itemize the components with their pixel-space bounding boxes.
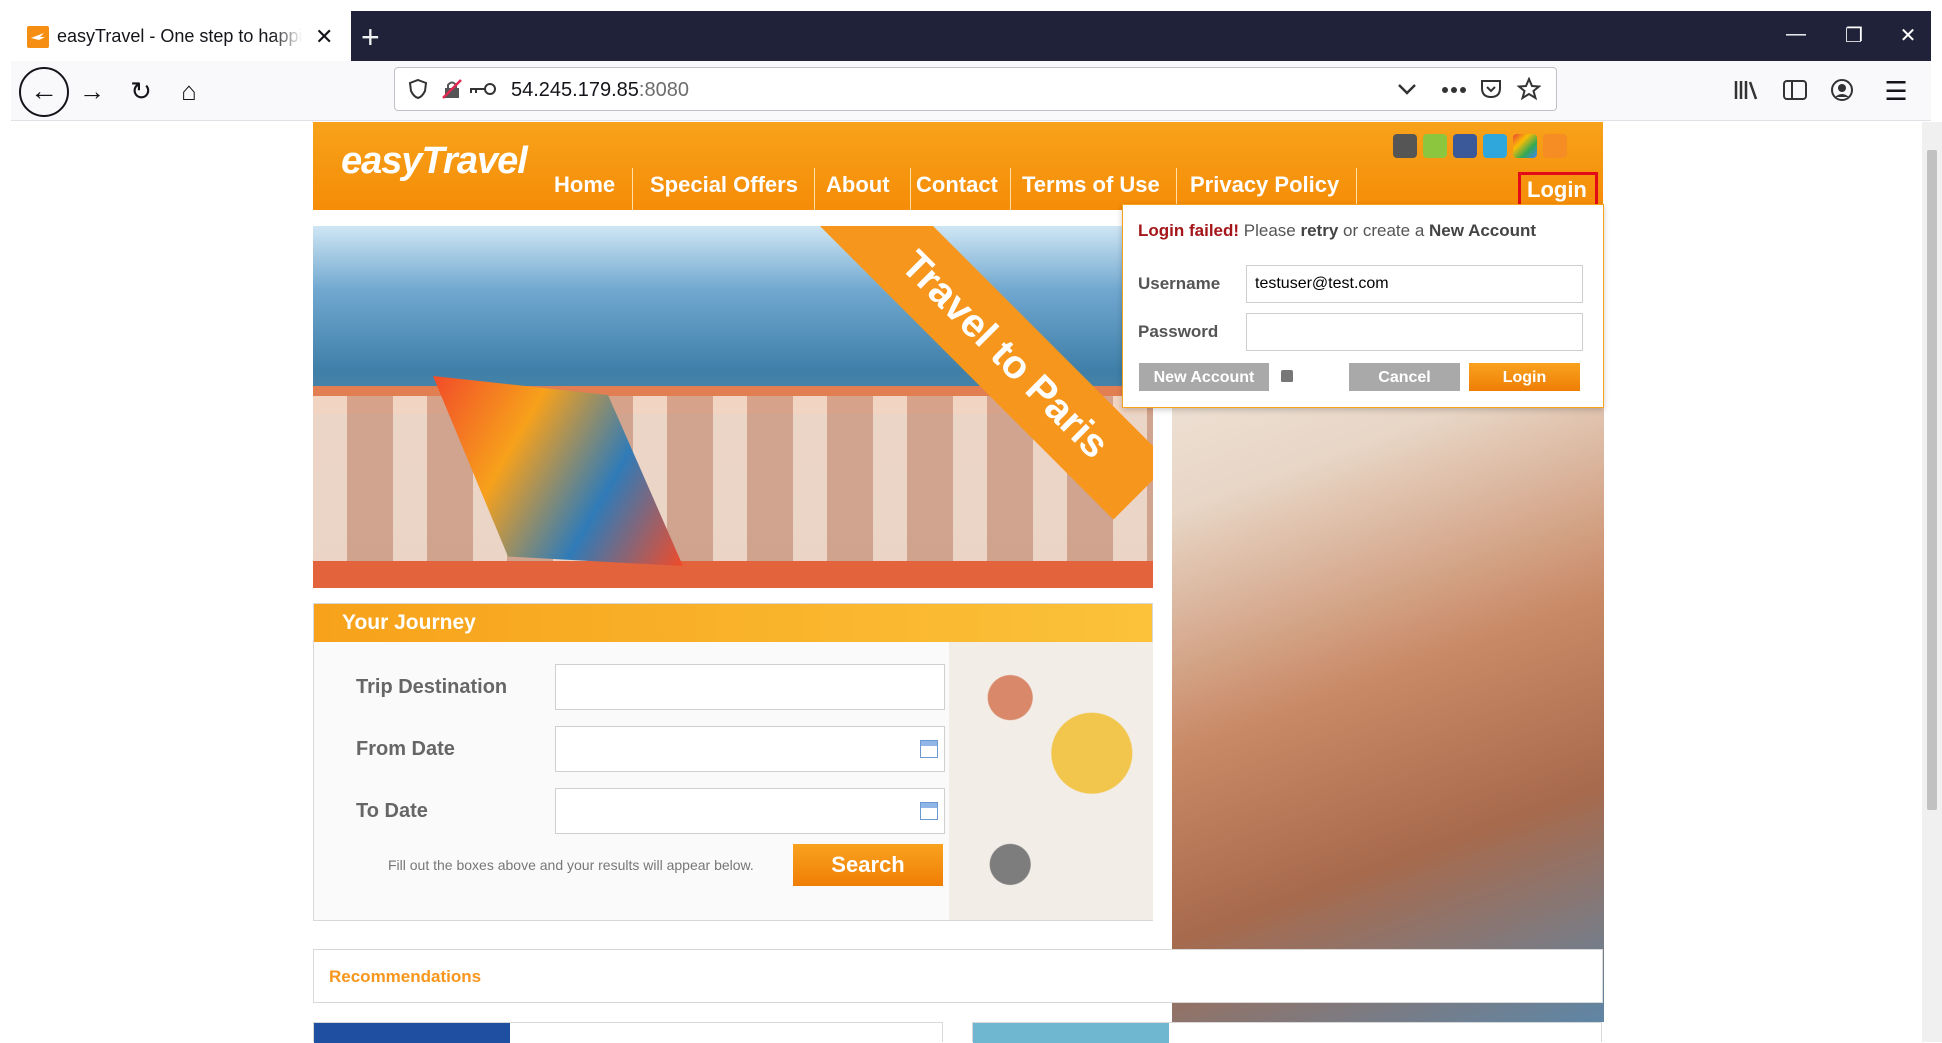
journey-panel: Your Journey Trip Destination From Date …	[313, 603, 1153, 921]
to-date-input[interactable]	[555, 788, 945, 834]
nav-separator	[814, 168, 815, 210]
seashells-image	[949, 642, 1153, 920]
insecure-lock-icon[interactable]	[441, 78, 463, 100]
tab-title: easyTravel - One step to happiness	[57, 26, 302, 47]
login-popup: Login failed! Please retry or create a N…	[1122, 204, 1604, 408]
nav-special-offers[interactable]: Special Offers	[650, 172, 798, 198]
recommendations-panel: Recommendations	[313, 949, 1603, 1003]
message-text: Please	[1239, 221, 1301, 240]
new-account-text: New Account	[1429, 221, 1537, 240]
key-icon[interactable]	[469, 81, 497, 97]
nav-about[interactable]: About	[826, 172, 890, 198]
login-failed-text: Login failed!	[1138, 221, 1240, 240]
apple-icon[interactable]	[1393, 134, 1417, 158]
recommendation-image[interactable]	[973, 1023, 1169, 1043]
calendar-icon[interactable]	[920, 740, 938, 758]
twitter-icon[interactable]	[1483, 134, 1507, 158]
window-close-icon[interactable]: ✕	[1885, 23, 1931, 48]
username-input[interactable]	[1246, 265, 1583, 303]
page-scrollbar[interactable]	[1922, 122, 1942, 1042]
calendar-icon[interactable]	[920, 802, 938, 820]
password-input[interactable]	[1246, 313, 1583, 351]
more-actions-icon[interactable]	[1441, 86, 1467, 94]
trip-destination-label: Trip Destination	[356, 676, 508, 698]
site-header: easyTravel Home Special Offers About Con…	[313, 122, 1603, 212]
restore-icon[interactable]: ❐	[1831, 23, 1877, 48]
menu-icon[interactable]: ☰	[1878, 73, 1914, 109]
new-tab-button[interactable]: +	[361, 19, 380, 56]
lock-icon	[1281, 370, 1293, 382]
message-text: or create a	[1338, 221, 1430, 240]
close-tab-icon[interactable]: ✕	[315, 24, 333, 50]
library-icon[interactable]	[1733, 78, 1759, 102]
sidebar-icon[interactable]	[1782, 79, 1808, 101]
from-date-input[interactable]	[555, 726, 945, 772]
google-icon[interactable]	[1513, 134, 1537, 158]
nav-contact[interactable]: Contact	[916, 172, 998, 198]
recommendation-card[interactable]	[972, 1022, 1602, 1043]
login-error-message: Login failed! Please retry or create a N…	[1138, 221, 1536, 241]
password-label: Password	[1138, 322, 1219, 341]
easytravel-favicon-icon	[27, 26, 49, 48]
address-bar[interactable]: 54.245.179.85:8080	[394, 67, 1557, 111]
home-icon[interactable]: ⌂	[171, 73, 207, 109]
new-account-button[interactable]: New Account	[1138, 362, 1270, 392]
nav-privacy-policy[interactable]: Privacy Policy	[1190, 172, 1339, 198]
nav-terms-of-use[interactable]: Terms of Use	[1022, 172, 1160, 198]
pocket-icon[interactable]	[1479, 78, 1503, 100]
bookmark-star-icon[interactable]	[1517, 77, 1541, 101]
header-login-label: Login	[1527, 177, 1587, 202]
browser-tab[interactable]: easyTravel - One step to happiness ✕	[11, 11, 351, 61]
back-icon[interactable]: ←	[19, 67, 69, 117]
recommendations-title: Recommendations	[329, 967, 482, 986]
cancel-button[interactable]: Cancel	[1348, 362, 1461, 392]
url-text: 54.245.179.85:8080	[511, 79, 689, 101]
facebook-icon[interactable]	[1453, 134, 1477, 158]
minimize-icon[interactable]: —	[1773, 23, 1819, 46]
chevron-down-icon[interactable]	[1397, 82, 1417, 96]
nav-home[interactable]: Home	[554, 172, 615, 198]
recommendation-card[interactable]	[313, 1022, 943, 1043]
browser-toolbar: ← → ↻ ⌂ 54.245.179.85:8080 ☰	[11, 61, 1931, 121]
account-icon[interactable]	[1830, 78, 1854, 102]
shield-icon[interactable]	[407, 78, 429, 100]
web-page: easyTravel Home Special Offers About Con…	[0, 122, 1922, 1043]
easytravel-logo[interactable]: easyTravel	[341, 140, 528, 183]
scrollbar-thumb[interactable]	[1927, 150, 1937, 810]
nav-separator	[632, 168, 633, 210]
hero-image: Travel to Paris	[313, 226, 1153, 588]
retry-text: retry	[1300, 221, 1339, 240]
search-button[interactable]: Search	[793, 844, 943, 886]
login-button[interactable]: Login	[1468, 362, 1581, 392]
username-label: Username	[1138, 274, 1221, 293]
from-date-label: From Date	[356, 738, 455, 760]
journey-hint: Fill out the boxes above and your result…	[388, 857, 754, 873]
journey-header: Your Journey	[314, 604, 1152, 642]
balcony-tiles	[313, 561, 1153, 588]
nav-separator	[910, 168, 911, 210]
rss-icon[interactable]	[1543, 134, 1567, 158]
trip-destination-input[interactable]	[555, 664, 945, 710]
browser-tab-bar: easyTravel - One step to happiness ✕ + —…	[11, 11, 1931, 61]
nav-separator	[1010, 168, 1011, 210]
journey-title: Your Journey	[342, 611, 476, 634]
recommendation-image[interactable]	[314, 1023, 510, 1043]
android-icon[interactable]	[1423, 134, 1447, 158]
to-date-label: To Date	[356, 800, 428, 822]
reload-icon[interactable]: ↻	[123, 73, 159, 109]
forward-icon[interactable]: →	[74, 73, 110, 109]
